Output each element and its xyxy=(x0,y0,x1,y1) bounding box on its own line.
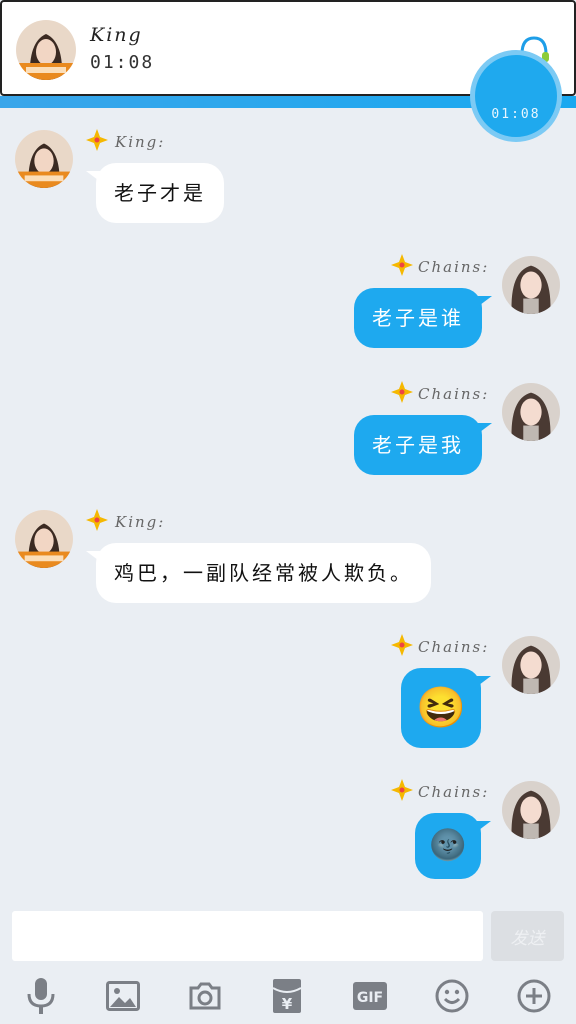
message-text: 老子才是 xyxy=(114,181,206,205)
moon-emoji-icon: 🌚 xyxy=(429,828,467,863)
avatar-chains[interactable] xyxy=(502,383,560,441)
star-badge-icon xyxy=(86,509,108,531)
star-badge-icon xyxy=(391,634,413,656)
star-badge-icon xyxy=(391,254,413,276)
message-bubble[interactable]: 老子才是 xyxy=(86,163,224,223)
star-badge-icon xyxy=(391,381,413,403)
avatar-king[interactable] xyxy=(15,130,73,188)
message-bubble[interactable]: 老子是谁 xyxy=(354,288,492,348)
bubble-tail xyxy=(475,821,491,833)
contact-name: King xyxy=(90,24,143,46)
red-packet-icon[interactable]: ¥ xyxy=(265,974,309,1018)
plus-icon[interactable] xyxy=(512,974,556,1018)
contact-avatar[interactable] xyxy=(16,20,76,80)
emoji-icon[interactable] xyxy=(430,974,474,1018)
message-text: 老子是谁 xyxy=(372,306,464,330)
star-badge-icon xyxy=(391,779,413,801)
floating-timer[interactable]: 01:08 xyxy=(470,50,562,142)
microphone-icon[interactable] xyxy=(19,974,63,1018)
bubble-tail xyxy=(475,676,491,688)
avatar-chains[interactable] xyxy=(502,256,560,314)
message-input[interactable] xyxy=(12,911,483,961)
bubble-tail xyxy=(476,296,492,308)
sender-name: King: xyxy=(115,513,166,531)
sender-name: Chains: xyxy=(418,385,490,403)
message-bubble[interactable]: 老子是我 xyxy=(354,415,492,475)
bubble-tail xyxy=(86,171,102,183)
avatar-chains[interactable] xyxy=(502,781,560,839)
message-bubble[interactable]: 鸡巴，一副队经常被人欺负。 xyxy=(86,543,431,603)
camera-icon[interactable] xyxy=(183,974,227,1018)
emoji-bubble[interactable]: 😆 xyxy=(401,668,491,748)
bubble-tail xyxy=(476,423,492,435)
sender-name: Chains: xyxy=(418,638,490,656)
sender-name: Chains: xyxy=(418,258,490,276)
yuan-label: ¥ xyxy=(282,995,293,1013)
avatar-chains[interactable] xyxy=(502,636,560,694)
avatar-king[interactable] xyxy=(15,510,73,568)
laughing-emoji-icon: 😆 xyxy=(416,685,466,731)
floating-timer-text: 01:08 xyxy=(491,107,541,122)
gif-label: GIF xyxy=(357,990,383,1006)
message-text: 老子是我 xyxy=(372,433,464,457)
emoji-bubble[interactable]: 🌚 xyxy=(415,813,491,879)
image-icon[interactable] xyxy=(101,974,145,1018)
gif-icon[interactable]: GIF xyxy=(348,974,392,1018)
message-text: 鸡巴，一副队经常被人欺负。 xyxy=(114,561,413,585)
call-timer: 01:08 xyxy=(90,52,155,73)
bubble-tail xyxy=(86,551,102,563)
sender-name: King: xyxy=(115,133,166,151)
star-badge-icon xyxy=(86,129,108,151)
send-button[interactable]: 发送 xyxy=(491,911,564,961)
sender-name: Chains: xyxy=(418,783,490,801)
